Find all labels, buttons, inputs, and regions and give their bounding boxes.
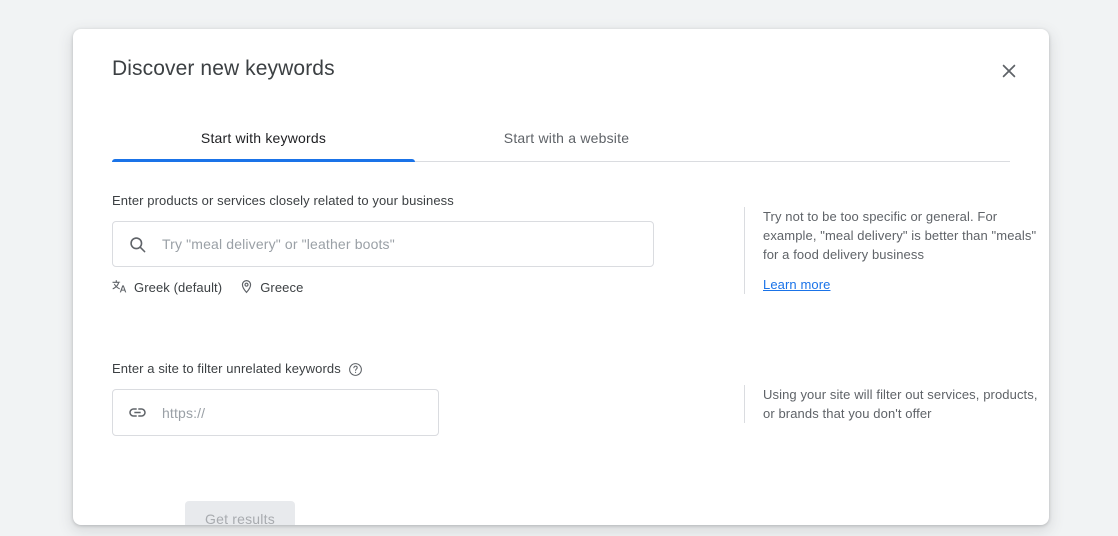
help-circle-icon[interactable] — [348, 362, 363, 377]
keywords-input-shell[interactable] — [112, 221, 654, 267]
close-icon — [999, 61, 1019, 81]
translate-icon — [112, 278, 128, 297]
link-icon — [128, 403, 147, 422]
tab-start-with-a-website[interactable]: Start with a website — [415, 114, 718, 161]
site-url-input[interactable] — [162, 390, 424, 435]
active-tab-indicator — [112, 159, 415, 162]
site-help-text: Using your site will filter out services… — [763, 387, 1038, 421]
site-field-label: Enter a site to filter unrelated keyword… — [112, 360, 1010, 378]
learn-more-link[interactable]: Learn more — [763, 277, 830, 292]
tab-bar: Start with keywords Start with a website — [112, 114, 1010, 162]
page-title: Discover new keywords — [112, 57, 335, 80]
keywords-search-input[interactable] — [162, 222, 639, 266]
location-pin-icon — [239, 279, 254, 297]
site-input-shell[interactable] — [112, 389, 439, 436]
discover-keywords-dialog: Discover new keywords Start with keyword… — [73, 29, 1049, 525]
keywords-help-text: Try not to be too specific or general. F… — [763, 209, 1037, 262]
location-selector[interactable]: Greece — [239, 279, 303, 297]
site-filter-section: Enter a site to filter unrelated keyword… — [112, 360, 1037, 436]
search-icon — [128, 235, 147, 254]
language-selector[interactable]: Greek (default) — [112, 278, 222, 297]
location-label: Greece — [260, 280, 304, 295]
site-field-label-text: Enter a site to filter unrelated keyword… — [112, 361, 341, 376]
language-label: Greek (default) — [134, 280, 223, 295]
get-results-button[interactable]: Get results — [185, 501, 295, 525]
site-help-panel: Using your site will filter out services… — [744, 385, 1044, 423]
tab-label: Start with a website — [503, 129, 630, 146]
keywords-field-label-text: Enter products or services closely relat… — [112, 193, 454, 208]
tab-start-with-keywords[interactable]: Start with keywords — [112, 114, 415, 161]
close-button[interactable] — [991, 53, 1027, 89]
keywords-help-panel: Try not to be too specific or general. F… — [744, 207, 1044, 294]
keywords-section: Enter products or services closely relat… — [112, 192, 1036, 297]
tab-label: Start with keywords — [200, 129, 327, 146]
